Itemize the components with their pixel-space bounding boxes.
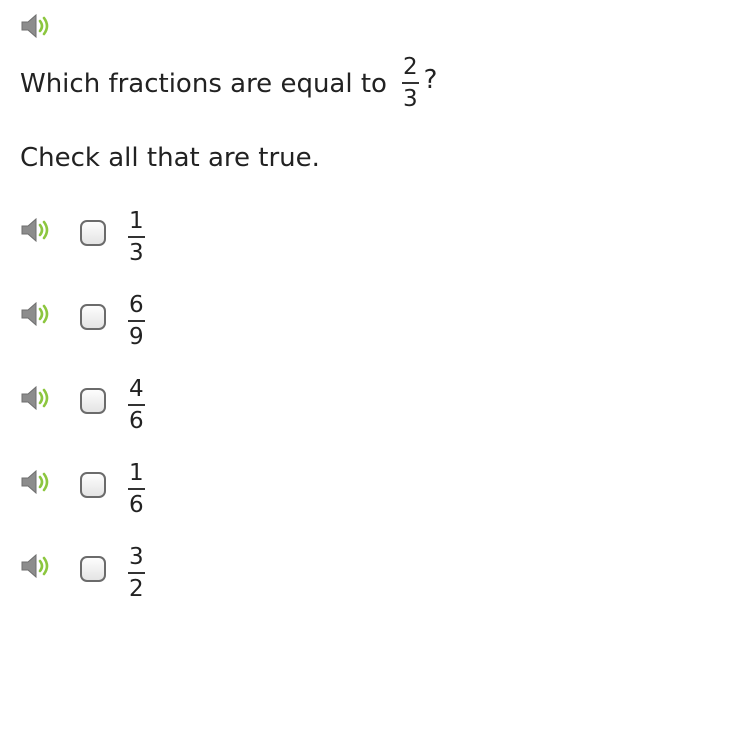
fraction-denominator: 6 <box>129 492 144 518</box>
speaker-icon <box>21 13 49 39</box>
fraction-numerator: 4 <box>129 376 144 402</box>
option-fraction: 6 9 <box>127 294 146 349</box>
option-fraction: 1 6 <box>127 462 146 517</box>
option-fraction: 4 6 <box>127 378 146 433</box>
question-mark: ? <box>423 64 438 95</box>
question-fraction: 2 3 <box>401 56 420 111</box>
fraction-numerator: 1 <box>129 460 144 486</box>
fraction-numerator: 3 <box>129 544 144 570</box>
speaker-icon <box>21 553 49 579</box>
speaker-icon <box>21 217 49 243</box>
answer-option: 3 2 <box>0 546 300 621</box>
question-prompt: Which fractions are equal to 2 3 ? <box>20 56 437 111</box>
answer-option: 1 3 <box>0 210 300 285</box>
speaker-icon <box>21 469 49 495</box>
fraction-denominator: 3 <box>129 240 144 266</box>
option-audio-button[interactable] <box>19 552 53 580</box>
fraction-denominator: 3 <box>402 86 418 112</box>
question-text: Which fractions are equal to <box>20 68 387 99</box>
question-audio-button[interactable] <box>19 12 53 40</box>
answer-option: 6 9 <box>0 294 300 369</box>
fraction-denominator: 2 <box>129 576 144 602</box>
option-checkbox[interactable] <box>80 388 106 414</box>
option-audio-button[interactable] <box>19 384 53 412</box>
answer-option: 1 6 <box>0 462 300 537</box>
speaker-icon <box>21 301 49 327</box>
fraction-denominator: 9 <box>129 324 144 350</box>
fraction-denominator: 6 <box>129 408 144 434</box>
option-audio-button[interactable] <box>19 300 53 328</box>
option-fraction: 3 2 <box>127 546 146 601</box>
option-checkbox[interactable] <box>80 304 106 330</box>
fraction-numerator: 6 <box>129 292 144 318</box>
option-checkbox[interactable] <box>80 220 106 246</box>
speaker-icon <box>21 385 49 411</box>
instruction-text: Check all that are true. <box>20 143 320 173</box>
option-audio-button[interactable] <box>19 216 53 244</box>
option-checkbox[interactable] <box>80 472 106 498</box>
option-audio-button[interactable] <box>19 468 53 496</box>
option-checkbox[interactable] <box>80 556 106 582</box>
fraction-numerator: 2 <box>402 54 418 80</box>
option-fraction: 1 3 <box>127 210 146 265</box>
answer-option: 4 6 <box>0 378 300 453</box>
fraction-numerator: 1 <box>129 208 144 234</box>
